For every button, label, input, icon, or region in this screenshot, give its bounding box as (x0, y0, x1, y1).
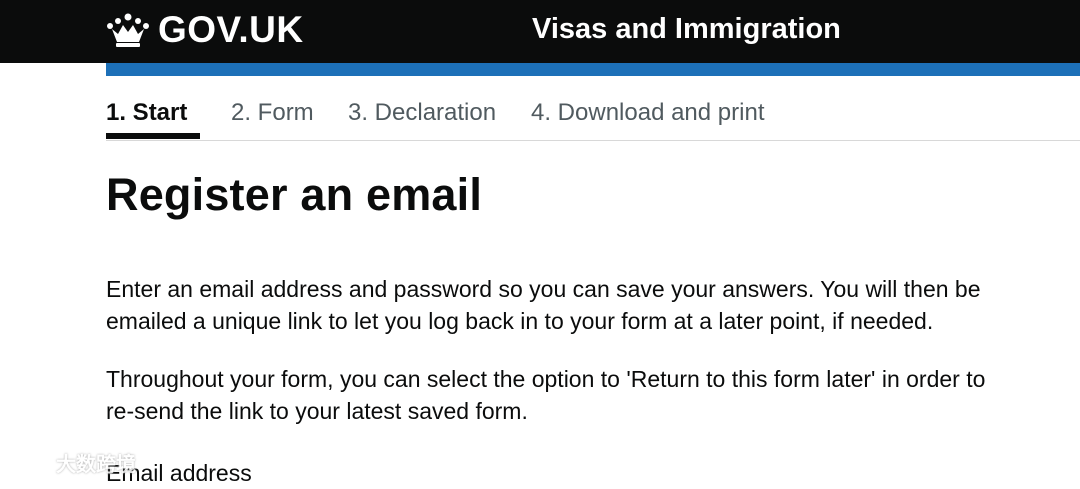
header-accent-bar (106, 63, 1080, 76)
crown-icon (107, 13, 149, 47)
logo-text: GOV.UK (158, 9, 304, 50)
intro-paragraph: Enter an email address and password so y… (106, 276, 981, 334)
watermark: 大数跨境 (6, 448, 136, 477)
page-title: Register an email (106, 169, 483, 220)
step-start[interactable]: 1. Start (106, 96, 187, 130)
step-download-and-print[interactable]: 4. Download and print (531, 96, 764, 130)
step-navigation: 1. Start 2. Form 3. Declaration 4. Downl… (106, 96, 1080, 141)
return-later-paragraph: Throughout your form, you can select the… (106, 366, 986, 424)
step-form[interactable]: 2. Form (231, 96, 314, 130)
active-step-indicator (106, 133, 200, 139)
govuk-logo-link[interactable]: GOV.UK (106, 10, 304, 50)
watermark-text: 大数跨境 (56, 454, 136, 476)
step-declaration[interactable]: 3. Declaration (348, 96, 496, 130)
service-name-link[interactable]: Visas and Immigration (532, 11, 841, 47)
watermark-logo-icon (8, 452, 46, 472)
site-header: GOV.UK Visas and Immigration (0, 0, 1080, 63)
